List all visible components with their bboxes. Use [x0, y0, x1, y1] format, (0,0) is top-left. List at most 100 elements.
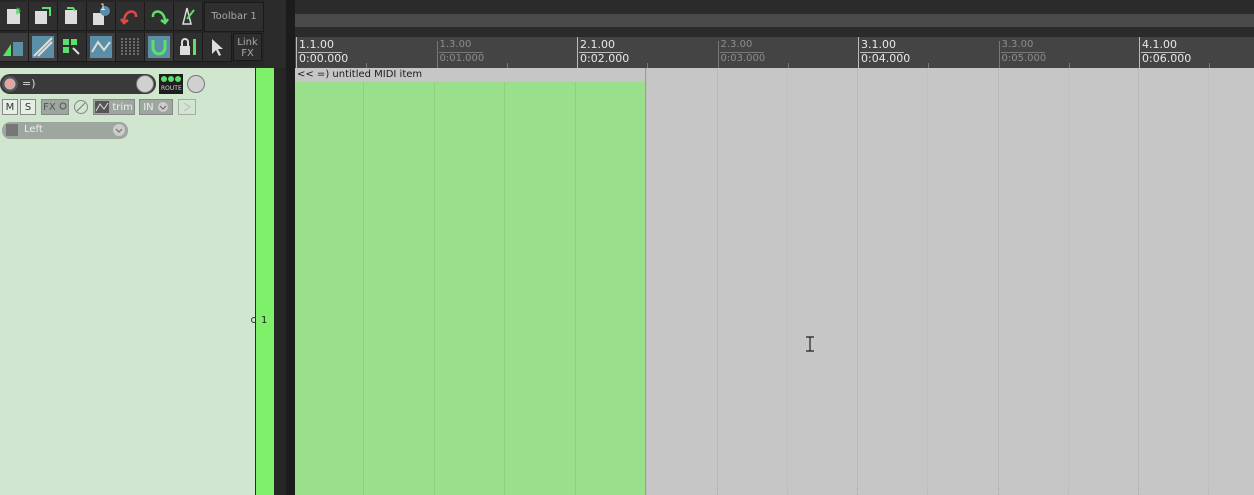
grid-line [997, 68, 999, 495]
midi-item-grid-line [504, 82, 505, 495]
power-icon [59, 102, 67, 110]
chevron-down-icon [157, 102, 168, 112]
phase-icon [76, 102, 86, 112]
grid-snap-icon [3, 42, 23, 56]
ruler-tick [1139, 37, 1140, 69]
track-control-panel: =) ROUTE M S FX trim IN Left [0, 68, 257, 495]
fx-button[interactable]: FX [41, 99, 69, 115]
metronome-icon [182, 7, 195, 25]
mute-button[interactable]: M [2, 99, 18, 115]
badge-count: 1 [100, 3, 106, 13]
ruler-bar-label: 4.1.00 [1142, 38, 1177, 51]
snap-grid-button[interactable] [0, 33, 29, 62]
track-level-meter [255, 68, 275, 495]
track-name[interactable]: =) [22, 77, 36, 90]
record-arm-button[interactable] [2, 76, 18, 92]
ruler-tick [717, 41, 719, 69]
ripple-icon [32, 36, 54, 58]
main-toolbar: 1 Toolbar 1 Link FX [0, 0, 264, 66]
input-type-icon [6, 124, 18, 136]
track-number: 1 [261, 315, 268, 326]
undo-button[interactable] [116, 2, 145, 31]
project-settings-button[interactable]: 1 [87, 2, 116, 31]
ruler-tick [998, 41, 1000, 69]
ruler-bar-label: 1.1.00 [299, 38, 334, 51]
link-fx-line1: Link [237, 37, 258, 48]
item-grouping-button[interactable] [58, 33, 87, 62]
save-icon [65, 7, 77, 24]
loop-button[interactable] [145, 33, 174, 62]
grid-lines-icon [121, 38, 139, 56]
ruler-bar-label: 2.1.00 [580, 38, 615, 51]
open-project-button[interactable] [29, 2, 58, 31]
new-file-icon [7, 7, 21, 24]
grid-lines-button[interactable] [116, 33, 145, 62]
grid-line [1138, 68, 1139, 495]
record-icon [4, 78, 16, 90]
save-project-button[interactable] [58, 2, 87, 31]
timeline-scrollbar[interactable] [295, 14, 1254, 27]
magnet-icon [148, 36, 170, 58]
cursor-tool-button[interactable] [203, 33, 232, 62]
automation-mode-button[interactable]: trim [93, 99, 135, 115]
grid-line-minor [927, 68, 929, 495]
ruler-bar-label: 1.3.00 [439, 39, 472, 50]
ruler-time-label: 0:01.000 [439, 53, 485, 64]
link-fx-button[interactable]: Link FX [233, 33, 262, 61]
chevron-down-icon [113, 124, 125, 136]
grid-line-minor [1208, 68, 1210, 495]
ruler-time-label: 0:02.000 [580, 52, 630, 65]
undo-icon [120, 10, 138, 25]
route-label: ROUTE [161, 85, 182, 92]
ripple-edit-button[interactable] [29, 33, 58, 62]
input-label: IN [143, 102, 154, 113]
envelope-icon [90, 36, 112, 58]
open-folder-icon [35, 7, 51, 24]
phase-invert-button[interactable] [74, 100, 88, 114]
ruler-time-label: 0:04.000 [861, 52, 911, 65]
ruler-time-label: 0:03.000 [720, 53, 766, 64]
new-project-button[interactable] [0, 2, 29, 31]
lock-icon [180, 38, 196, 55]
pan-knob[interactable] [187, 75, 205, 93]
ruler-bar-label: 2.3.00 [720, 39, 753, 50]
track-name-bar: =) [0, 74, 156, 94]
ruler-time-label: 0:05.000 [1001, 53, 1047, 64]
pointer-icon [212, 39, 223, 56]
timeline-ruler[interactable]: 1.1.00 0:00.000 1.3.00 0:01.000 2.1.00 0:02.0… [295, 36, 1254, 69]
ruler-tick [858, 37, 859, 69]
input-monitor-button[interactable] [178, 99, 196, 115]
link-fx-line2: FX [241, 48, 254, 59]
midi-item-title: << =) untitled MIDI item [295, 68, 645, 82]
midi-item[interactable]: << =) untitled MIDI item [295, 68, 646, 495]
input-button[interactable]: IN [139, 99, 173, 115]
lock-button[interactable] [174, 33, 203, 62]
monitor-icon [183, 102, 191, 112]
input-channel-select[interactable]: Left [2, 122, 128, 139]
envelope-points-button[interactable] [87, 33, 116, 62]
ruler-time-label: 0:06.000 [1142, 52, 1192, 65]
midi-item-grid-line [363, 82, 364, 495]
solo-button[interactable]: S [20, 99, 36, 115]
ruler-bar-label: 3.3.00 [1001, 39, 1034, 50]
ruler-bar-label: 3.1.00 [861, 38, 896, 51]
midi-item-grid-line [575, 82, 576, 495]
volume-knob[interactable] [136, 75, 154, 93]
ruler-tick [296, 37, 297, 69]
metronome-button[interactable] [174, 2, 203, 31]
grid-line-minor [1067, 68, 1069, 495]
ruler-tick [436, 41, 438, 69]
grid-line [716, 68, 718, 495]
ruler-tick [577, 37, 578, 69]
route-button[interactable]: ROUTE [159, 74, 183, 94]
grid-line-minor [646, 68, 648, 495]
ruler-time-label: 0:00.000 [299, 52, 349, 65]
grid-line [857, 68, 858, 495]
redo-button[interactable] [145, 2, 174, 31]
trim-label: trim [112, 102, 133, 113]
panel-divider[interactable] [274, 68, 286, 495]
text-cursor-icon [805, 336, 815, 352]
grouping-icon [63, 39, 80, 55]
toolbar-label[interactable]: Toolbar 1 [204, 2, 264, 32]
route-dots-icon [161, 76, 181, 82]
